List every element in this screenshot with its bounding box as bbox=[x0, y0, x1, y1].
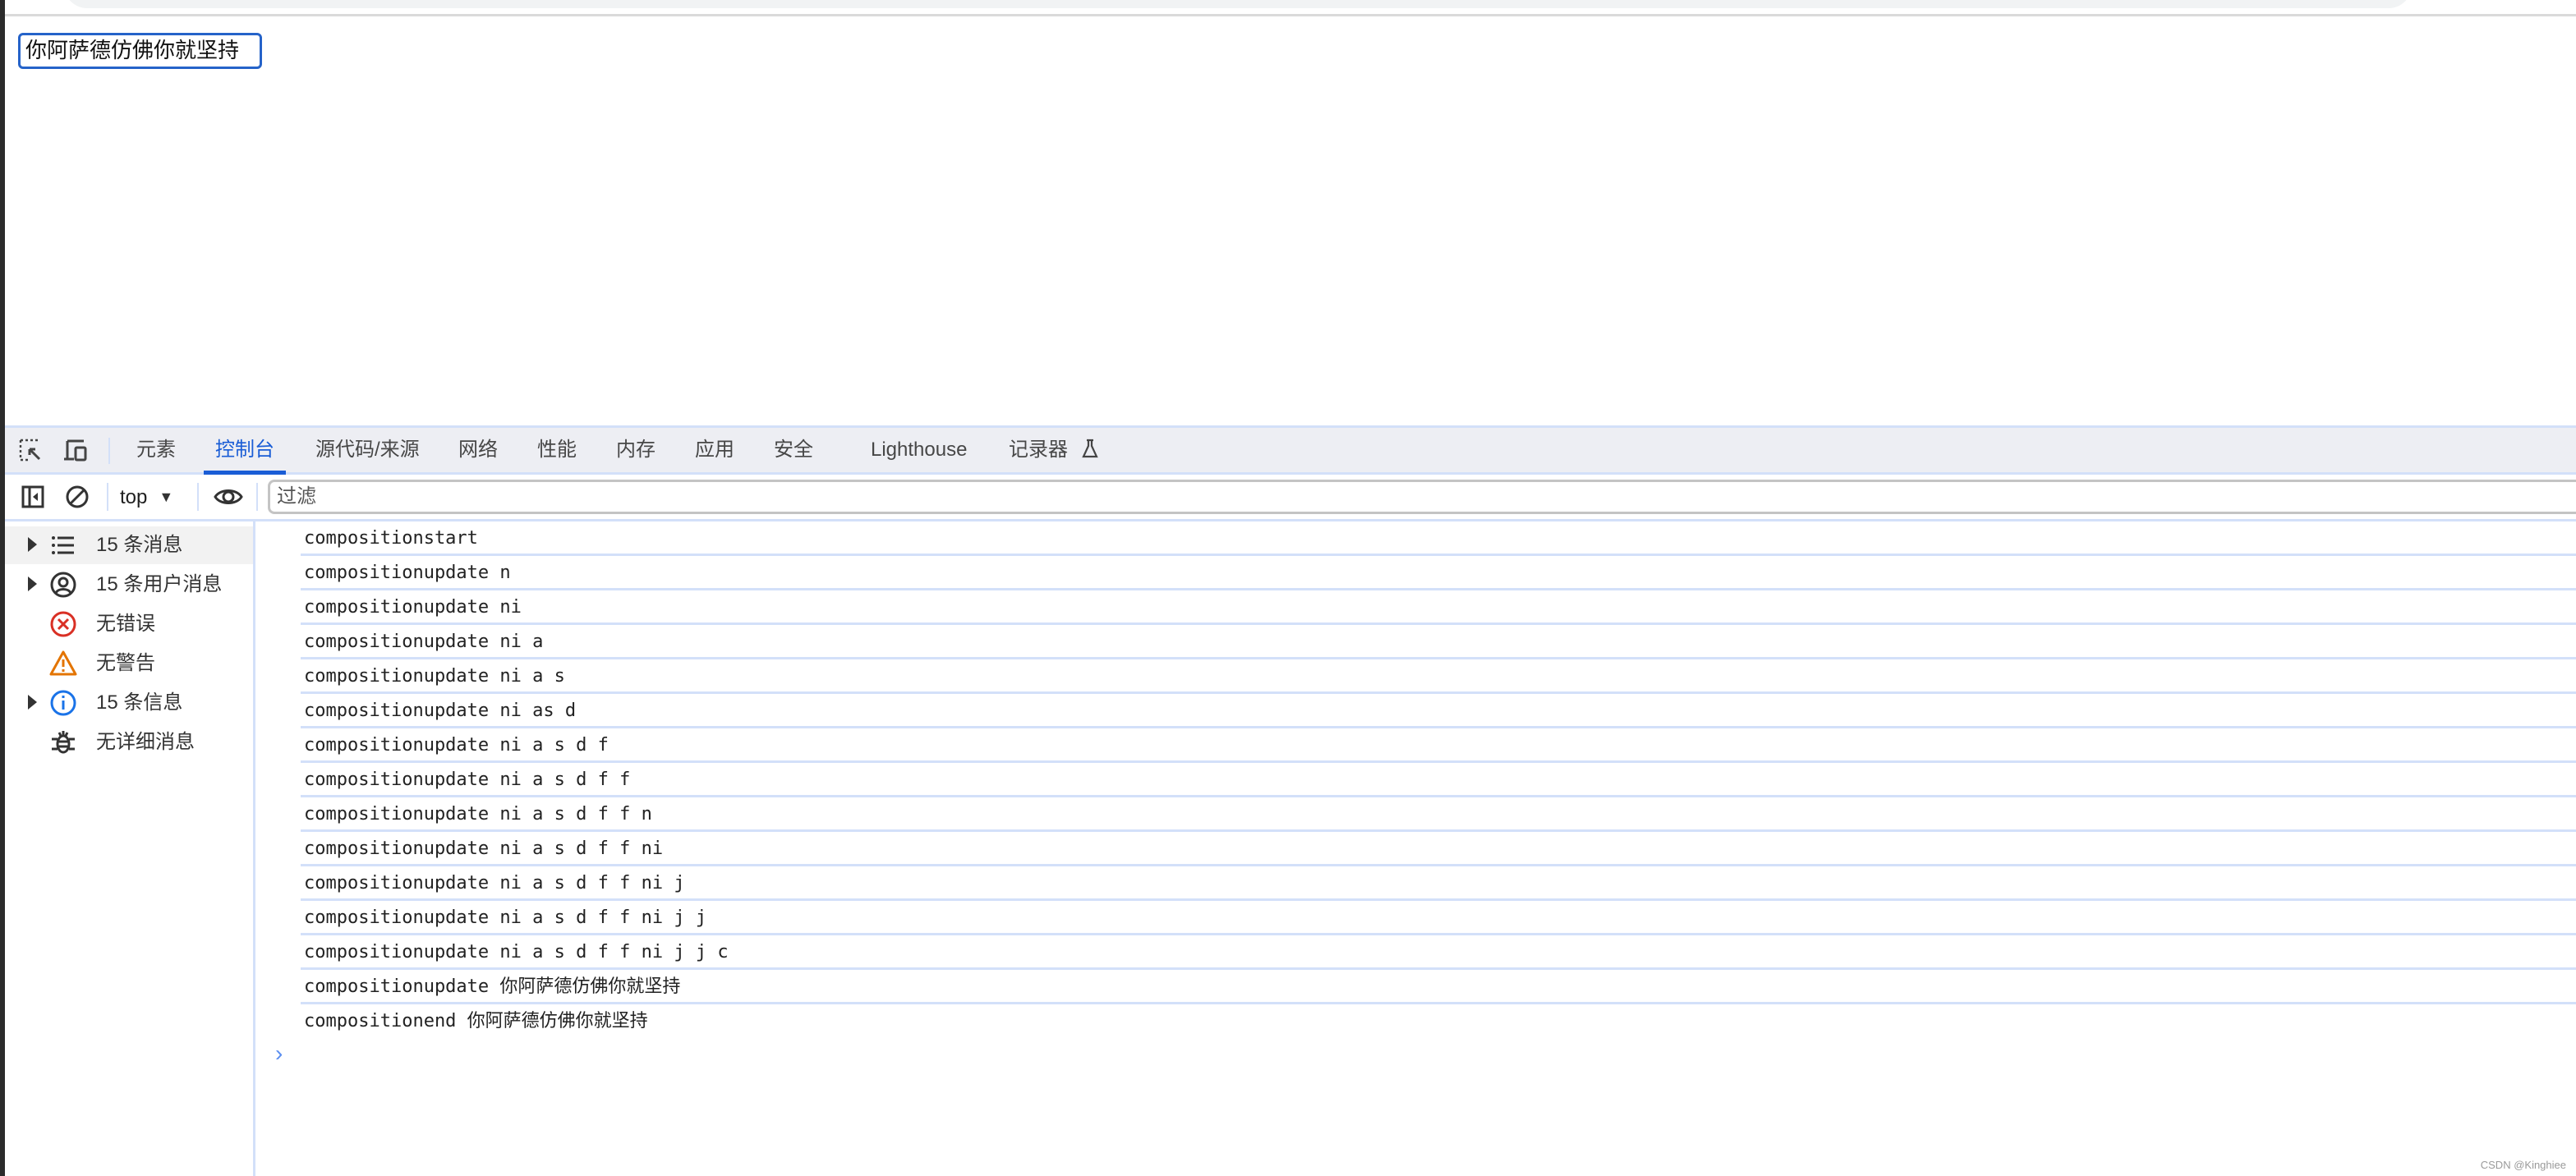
bug-icon bbox=[52, 731, 75, 754]
console-message: compositionupdate ni a s d f f ni j bbox=[301, 866, 2576, 901]
info-icon bbox=[50, 690, 76, 716]
sidebar-item-errors[interactable]: 无错误 bbox=[5, 605, 253, 643]
console-message: compositionupdate ni a s d f bbox=[301, 728, 2576, 763]
tab-memory[interactable]: 内存 bbox=[616, 428, 656, 472]
address-bar bbox=[64, 0, 2412, 8]
devtools-tab-bar: 元素 控制台 源代码/来源 网络 性能 内存 应用 安全 Lighthouse … bbox=[5, 425, 2576, 475]
composition-text-input[interactable]: 你阿萨德仿佛你就坚持 bbox=[18, 33, 262, 69]
context-value: top bbox=[120, 486, 148, 508]
error-icon bbox=[50, 611, 76, 637]
console-message: compositionstart bbox=[301, 521, 2576, 556]
expand-arrow-icon[interactable] bbox=[28, 695, 37, 710]
console-message: compositionupdate ni a s d f f ni bbox=[301, 832, 2576, 866]
expand-arrow-icon[interactable] bbox=[28, 577, 37, 591]
sidebar-item-label: 无警告 bbox=[96, 652, 155, 674]
sidebar-item-info[interactable]: 15 条信息 bbox=[5, 684, 253, 722]
clear-console-icon[interactable] bbox=[64, 484, 90, 510]
tab-console[interactable]: 控制台 bbox=[204, 428, 286, 475]
context-selector[interactable]: top ▼ bbox=[120, 481, 173, 512]
toolbar-divider bbox=[107, 483, 108, 511]
tab-application[interactable]: 应用 bbox=[695, 428, 734, 472]
tab-network[interactable]: 网络 bbox=[458, 428, 498, 472]
toolbar-divider bbox=[108, 438, 110, 464]
console-message: compositionupdate ni a s d f f bbox=[301, 763, 2576, 797]
sidebar-toggle-icon[interactable] bbox=[20, 484, 46, 510]
list-icon bbox=[52, 536, 74, 554]
tab-recorder[interactable]: 记录器 bbox=[1009, 428, 1100, 472]
console-output: compositionstart compositionupdate n com… bbox=[255, 521, 2576, 1176]
console-message: compositionupdate ni as d bbox=[301, 694, 2576, 728]
browser-separator bbox=[5, 14, 2576, 16]
live-expression-eye-icon[interactable] bbox=[214, 484, 243, 510]
console-message: compositionupdate ni a s bbox=[301, 659, 2576, 694]
sidebar-item-verbose[interactable]: 无详细消息 bbox=[5, 724, 253, 761]
tab-security[interactable]: 安全 bbox=[774, 428, 813, 472]
sidebar-item-label: 15 条用户消息 bbox=[96, 573, 223, 595]
warning-icon bbox=[49, 650, 77, 676]
tab-performance[interactable]: 性能 bbox=[537, 428, 577, 472]
console-message: compositionupdate 你阿萨德仿佛你就坚持 bbox=[301, 970, 2576, 1004]
dropdown-caret-icon: ▼ bbox=[159, 489, 174, 505]
sidebar-item-label: 15 条消息 bbox=[96, 534, 183, 556]
console-prompt[interactable]: › bbox=[275, 1040, 283, 1067]
expand-arrow-icon[interactable] bbox=[28, 537, 37, 552]
tab-sources[interactable]: 源代码/来源 bbox=[315, 428, 420, 472]
console-toolbar: top ▼ 过滤 bbox=[5, 475, 2576, 521]
console-message: compositionupdate ni a s d f f ni j j c bbox=[301, 935, 2576, 970]
devtools-panel: 元素 控制台 源代码/来源 网络 性能 内存 应用 安全 Lighthouse … bbox=[5, 425, 2576, 1176]
toolbar-divider bbox=[256, 483, 258, 511]
console-message: compositionupdate ni a s d f f n bbox=[301, 797, 2576, 832]
console-message: compositionupdate ni bbox=[301, 590, 2576, 625]
tab-lighthouse[interactable]: Lighthouse bbox=[871, 428, 967, 472]
sidebar-item-messages[interactable]: 15 条消息 bbox=[5, 526, 253, 564]
tab-recorder-label: 记录器 bbox=[1009, 439, 1068, 461]
toolbar-divider bbox=[197, 483, 199, 511]
console-message: compositionupdate ni a bbox=[301, 625, 2576, 659]
console-message: compositionend 你阿萨德仿佛你就坚持 bbox=[304, 1011, 648, 1031]
sidebar-item-label: 15 条信息 bbox=[96, 691, 183, 714]
inspect-element-icon[interactable] bbox=[18, 438, 44, 464]
console-message: compositionupdate n bbox=[301, 556, 2576, 590]
watermark: CSDN @Kinghiee bbox=[2480, 1159, 2566, 1171]
user-icon bbox=[50, 572, 76, 598]
sidebar-item-user-messages[interactable]: 15 条用户消息 bbox=[5, 566, 253, 604]
tab-elements[interactable]: 元素 bbox=[136, 428, 176, 472]
sidebar-item-label: 无详细消息 bbox=[96, 731, 195, 753]
console-message: compositionupdate ni a s d f f ni j j bbox=[301, 901, 2576, 935]
device-toolbar-icon[interactable] bbox=[62, 438, 89, 464]
sidebar-item-label: 无错误 bbox=[96, 613, 155, 635]
console-sidebar: 15 条消息 15 条用户消息 无错误 无警告 15 条信息 无详细消息 bbox=[5, 521, 255, 1176]
filter-input[interactable]: 过滤 bbox=[268, 480, 2576, 514]
experimental-flask-icon bbox=[1081, 439, 1098, 458]
sidebar-item-warnings[interactable]: 无警告 bbox=[5, 645, 253, 682]
